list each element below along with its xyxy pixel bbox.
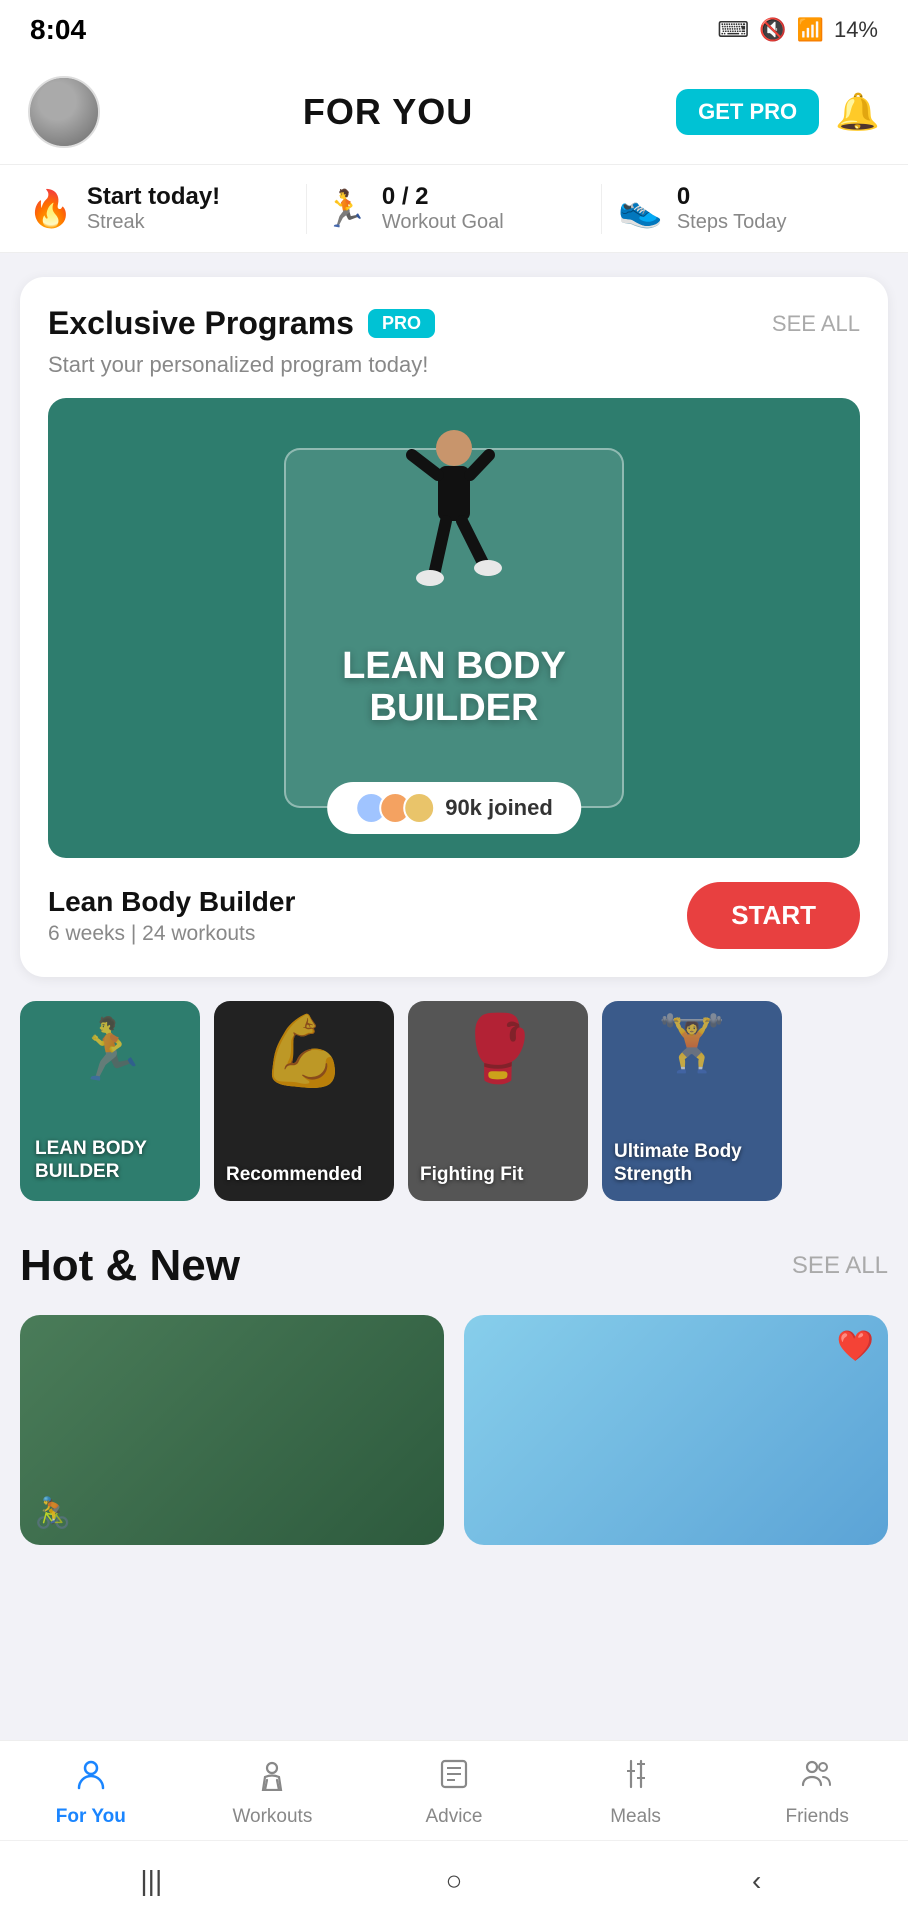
workout-goal-stat: 🏃 0 / 2 Workout Goal [323, 183, 585, 234]
nav-icon-advice [437, 1757, 471, 1800]
hot-card-1[interactable]: 🚴 [20, 1315, 444, 1545]
notification-bell-icon[interactable]: 🔔 [835, 91, 880, 133]
program-inner-card: LEAN BODY BUILDER [284, 448, 624, 808]
workout-goal-main: 0 / 2 [382, 183, 504, 211]
thumbnail-ultimate-body-strength[interactable]: 🏋️ Ultimate Body Strength [602, 1001, 782, 1201]
stat-divider-2 [601, 184, 602, 234]
thumb-figure-3: 🥊 [458, 1011, 539, 1087]
android-home-button[interactable]: ○ [424, 1851, 484, 1911]
bluetooth-icon: ⌨ [717, 17, 749, 43]
nav-item-friends[interactable]: Friends [767, 1757, 867, 1828]
bike-icon: 🚴 [34, 1496, 71, 1531]
android-menu-button[interactable]: ||| [121, 1851, 181, 1911]
thumb-figure-2: 💪 [260, 1011, 347, 1093]
header: FOR YOU GET PRO 🔔 [0, 60, 908, 165]
streak-stat: 🔥 Start today! Streak [28, 183, 290, 234]
hot-new-title: Hot & New [20, 1241, 240, 1291]
streak-text: Start today! Streak [87, 183, 220, 234]
hot-card-2[interactable]: ❤️ [464, 1315, 888, 1545]
program-banner[interactable]: LEAN BODY BUILDER 90k joined [48, 398, 860, 858]
avatar[interactable] [28, 76, 100, 148]
main-content: Exclusive Programs PRO SEE ALL Start you… [0, 253, 908, 1569]
joined-avatar-3 [403, 792, 435, 824]
nav-label-advice: Advice [425, 1806, 482, 1828]
program-details: Lean Body Builder 6 weeks | 24 workouts [48, 886, 295, 946]
workout-goal-sub: Workout Goal [382, 211, 504, 234]
hot-new-section-header: Hot & New SEE ALL [20, 1241, 888, 1291]
mute-icon: 🔇 [759, 17, 786, 43]
joined-pill: 90k joined [327, 782, 581, 834]
workout-goal-text: 0 / 2 Workout Goal [382, 183, 504, 234]
nav-icon-for-you [74, 1757, 108, 1800]
joined-avatars [355, 792, 435, 824]
program-info-row: Lean Body Builder 6 weeks | 24 workouts … [48, 882, 860, 949]
exclusive-subtitle: Start your personalized program today! [48, 352, 860, 378]
nav-label-workouts: Workouts [232, 1806, 312, 1828]
nav-icon-workouts [255, 1757, 289, 1800]
bottom-nav: For You Workouts Advice [0, 1740, 908, 1840]
nav-label-meals: Meals [610, 1806, 661, 1828]
exclusive-see-all[interactable]: SEE ALL [772, 311, 860, 337]
thumbnail-label-3: Fighting Fit [420, 1164, 523, 1187]
header-actions: GET PRO 🔔 [676, 89, 880, 135]
steps-main: 0 [677, 183, 787, 211]
steps-icon: 👟 [618, 188, 663, 230]
pro-badge: PRO [368, 309, 435, 338]
thumbnail-label-1: LEAN BODYBUILDER [35, 1138, 147, 1184]
nav-item-workouts[interactable]: Workouts [222, 1757, 322, 1828]
page-title: FOR YOU [303, 91, 473, 133]
program-figure [374, 420, 534, 620]
thumbnail-recommended[interactable]: 💪 Recommended [214, 1001, 394, 1201]
start-program-button[interactable]: START [687, 882, 860, 949]
steps-text: 0 Steps Today [677, 183, 787, 234]
nav-item-advice[interactable]: Advice [404, 1757, 504, 1828]
heart-icon[interactable]: ❤️ [837, 1329, 874, 1364]
nav-icon-meals [619, 1757, 653, 1800]
nav-label-friends: Friends [785, 1806, 848, 1828]
streak-icon: 🔥 [28, 188, 73, 230]
nav-label-for-you: For You [56, 1806, 126, 1828]
get-pro-button[interactable]: GET PRO [676, 89, 819, 135]
status-icons: ⌨ 🔇 📶 14% [717, 17, 878, 43]
nav-icon-friends [800, 1757, 834, 1800]
stat-divider-1 [306, 184, 307, 234]
status-time: 8:04 [30, 14, 86, 46]
nav-item-for-you[interactable]: For You [41, 1757, 141, 1828]
streak-sub: Streak [87, 211, 220, 234]
workout-goal-icon: 🏃 [323, 188, 368, 230]
program-name: Lean Body Builder [48, 886, 295, 918]
thumb-figure-1: 🏃 [73, 1014, 148, 1085]
program-meta: 6 weeks | 24 workouts [48, 922, 295, 946]
card-title-row: Exclusive Programs PRO [48, 305, 435, 342]
athlete-figure [384, 420, 524, 620]
thumb-figure-4: 🏋️ [658, 1011, 726, 1076]
hot-new-see-all[interactable]: SEE ALL [792, 1252, 888, 1280]
status-bar: 8:04 ⌨ 🔇 📶 14% [0, 0, 908, 60]
program-banner-title: LEAN BODY BUILDER [342, 646, 566, 730]
thumbnail-fighting-fit[interactable]: 🥊 Fighting Fit [408, 1001, 588, 1201]
stats-bar: 🔥 Start today! Streak 🏃 0 / 2 Workout Go… [0, 165, 908, 253]
thumbnail-lean-body-builder[interactable]: 🏃 LEAN BODYBUILDER [20, 1001, 200, 1201]
card-header: Exclusive Programs PRO SEE ALL [48, 305, 860, 342]
android-back-button[interactable]: ‹ [727, 1851, 787, 1911]
hot-cards-row: 🚴 ❤️ [20, 1315, 888, 1545]
steps-today-stat: 👟 0 Steps Today [618, 183, 880, 234]
nav-item-meals[interactable]: Meals [586, 1757, 686, 1828]
exclusive-programs-card: Exclusive Programs PRO SEE ALL Start you… [20, 277, 888, 977]
battery-level: 14% [834, 17, 878, 43]
thumbnail-label-4: Ultimate Body Strength [614, 1141, 782, 1187]
joined-count: 90k joined [445, 795, 553, 821]
wifi-icon: 📶 [797, 17, 824, 43]
avatar-image [30, 76, 98, 148]
streak-main: Start today! [87, 183, 220, 211]
android-nav: ||| ○ ‹ [0, 1840, 908, 1920]
thumbnail-label-2: Recommended [226, 1164, 362, 1187]
program-thumbnails-row: 🏃 LEAN BODYBUILDER 💪 Recommended 🥊 Fight… [20, 1001, 888, 1209]
exclusive-programs-title: Exclusive Programs [48, 305, 354, 342]
steps-sub: Steps Today [677, 211, 787, 234]
